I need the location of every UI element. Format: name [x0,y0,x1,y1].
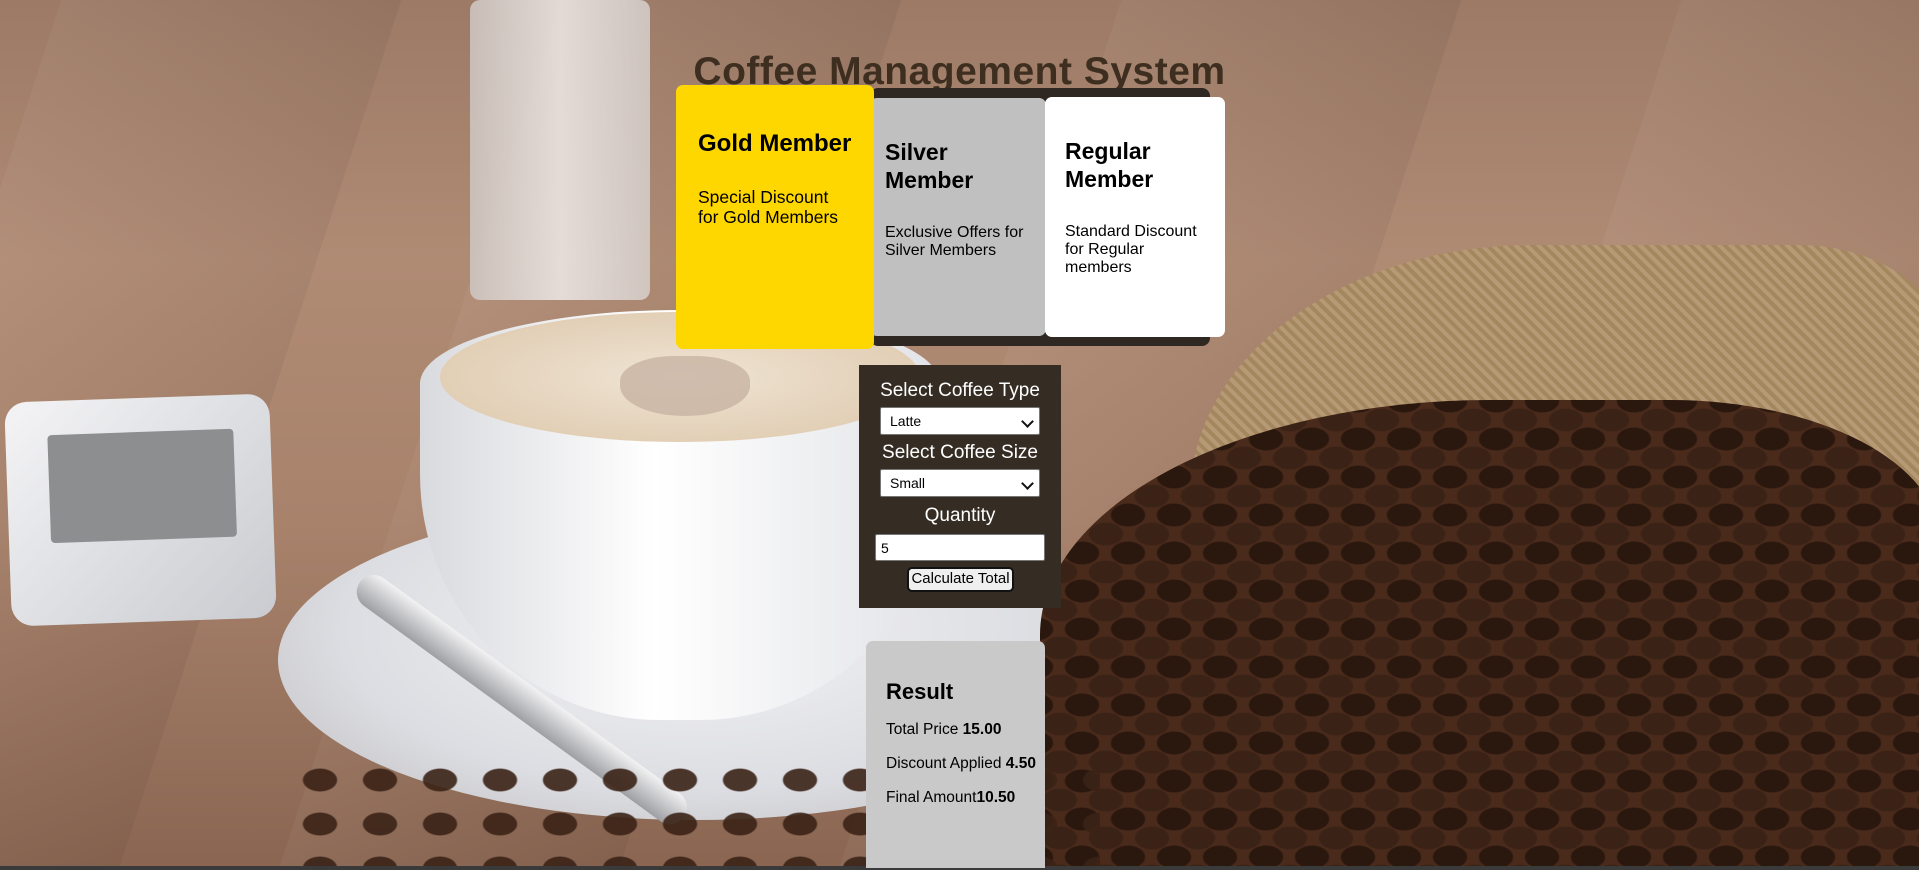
chevron-down-icon [1021,415,1034,428]
total-price-row: Total Price 15.00 [886,721,1036,739]
final-amount-label: Final Amount [886,789,977,806]
silver-member-description: Exclusive Offers for Silver Members [885,224,1024,259]
quantity-label: Quantity [924,505,996,526]
discount-label: Discount Applied [886,755,1006,772]
silver-member-card[interactable]: Silver Member Exclusive Offers for Silve… [870,98,1046,336]
quantity-input[interactable]: 5 [875,534,1045,561]
coffee-size-label: Select Coffee Size [882,442,1038,463]
coffee-type-value: Latte [890,413,922,429]
coffee-type-label: Select Coffee Type [880,380,1040,401]
gold-member-description: Special Discount for Gold Members [698,187,839,227]
total-price-label: Total Price [886,721,963,738]
chevron-down-icon [1021,477,1034,490]
result-heading: Result [886,679,954,704]
regular-member-title: Regular Member [1065,138,1154,192]
coffee-size-value: Small [890,475,926,491]
gold-member-title: Gold Member [698,130,852,157]
discount-row: Discount Applied 4.50 [886,755,1036,773]
regular-member-description: Standard Discount for Regular members [1065,223,1197,276]
silver-member-title: Silver Member [885,139,974,193]
regular-member-card[interactable]: Regular Member Standard Discount for Reg… [1045,97,1225,337]
discount-value: 4.50 [1005,755,1036,772]
final-amount-row: Final Amount10.50 [886,789,1036,807]
total-price-value: 15.00 [962,721,1002,738]
gold-member-card[interactable]: Gold Member Special Discount for Gold Me… [676,85,874,349]
result-card: Result Total Price 15.00 Discount Applie… [866,641,1045,868]
order-form: Select Coffee Type Latte Select Coffee S… [859,365,1061,608]
quantity-value: 5 [881,540,889,556]
final-amount-value: 10.50 [976,789,1016,806]
coffee-type-select[interactable]: Latte [880,407,1040,435]
coffee-size-select[interactable]: Small [880,469,1040,497]
page-content: Coffee Management System Silver Member E… [0,0,1919,870]
calculate-total-button[interactable]: Calculate Total [907,567,1014,592]
